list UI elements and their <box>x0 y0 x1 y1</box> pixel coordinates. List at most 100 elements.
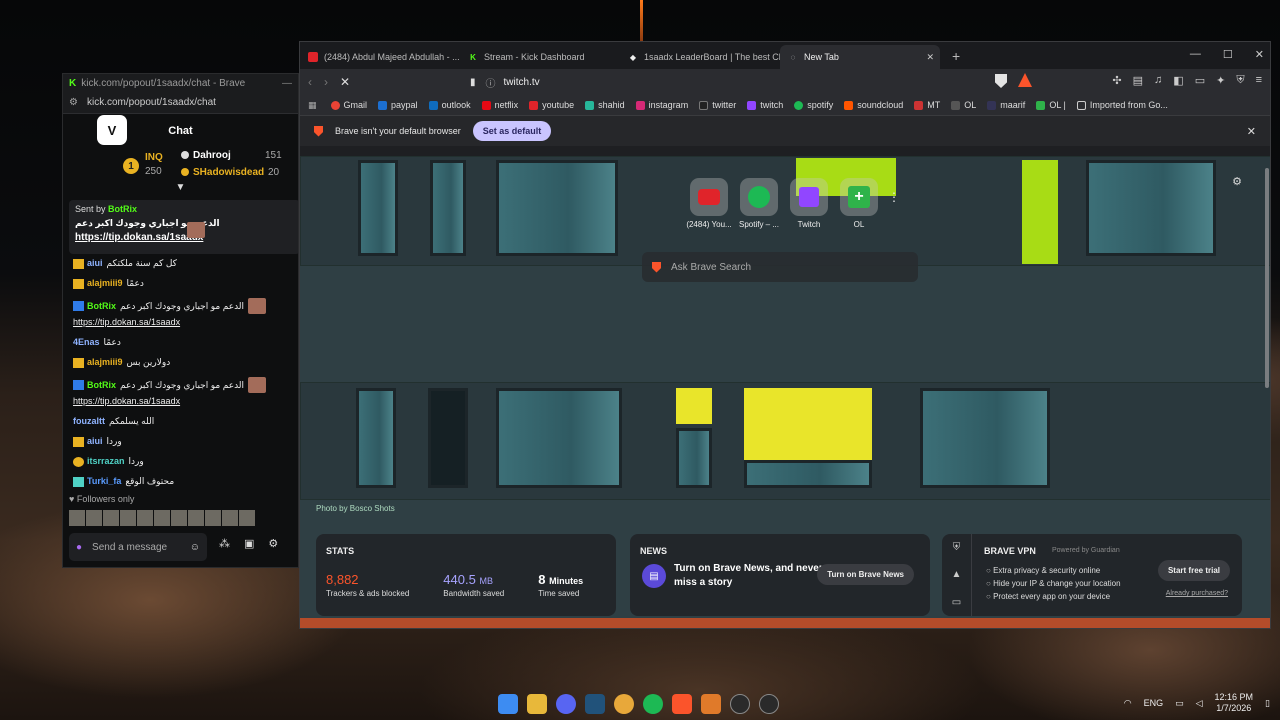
bookmark-spotify[interactable]: spotify <box>794 100 833 110</box>
reading-list-icon[interactable]: ▤ <box>1133 74 1143 87</box>
pinned-link[interactable]: https://tip.dokan.sa/1saadx <box>75 232 294 243</box>
vpn-icon[interactable]: ⛨ <box>1236 74 1244 87</box>
leaderboard-top-user[interactable]: INQ <box>145 152 163 163</box>
set-as-default-button[interactable]: Set as default <box>472 121 552 141</box>
menu-icon[interactable]: ≡ <box>1256 74 1262 87</box>
emote[interactable] <box>120 510 136 526</box>
emote[interactable] <box>86 510 102 526</box>
chat-input[interactable]: ● Send a message ☺ <box>69 533 207 561</box>
bookmark-netflix[interactable]: netflix <box>481 100 518 110</box>
back-icon[interactable]: ‹ <box>308 75 312 89</box>
chat-username[interactable]: BotRix <box>87 380 116 391</box>
file-explorer-icon[interactable] <box>527 694 547 714</box>
emote[interactable] <box>137 510 153 526</box>
notification-icon[interactable]: ▯ <box>1265 698 1270 709</box>
emote[interactable] <box>222 510 238 526</box>
brave-shields-icon[interactable] <box>995 74 1007 88</box>
emote[interactable] <box>171 510 187 526</box>
tab-new-tab[interactable]: ◌ New Tab ✕ <box>780 45 940 69</box>
chat-filter-icon[interactable]: ▼ <box>63 183 298 196</box>
start-icon[interactable] <box>498 694 518 714</box>
top-site-spotify[interactable]: Spotify – ... <box>738 178 780 229</box>
settings-gear-icon[interactable]: ⚙ <box>268 537 278 550</box>
minimize-button[interactable]: — <box>1190 48 1201 61</box>
bookmark-twitter[interactable]: twitter <box>699 100 736 110</box>
record-icon[interactable] <box>759 694 779 714</box>
already-purchased-link[interactable]: Already purchased? <box>1166 590 1228 597</box>
close-tab-icon[interactable]: ✕ <box>926 52 934 63</box>
chat-link[interactable]: https://tip.dokan.sa/1saadx <box>73 317 298 328</box>
emote[interactable] <box>154 510 170 526</box>
mic-icon[interactable]: ● <box>76 542 82 553</box>
site-info-icon[interactable]: ⓘ <box>486 75 496 90</box>
new-tab-button[interactable]: + <box>952 48 960 64</box>
start-free-trial-button[interactable]: Start free trial <box>1157 560 1230 581</box>
chat-link[interactable]: https://tip.dokan.sa/1saadx <box>73 396 298 407</box>
vpn-shield-icon[interactable]: ⛨ <box>953 542 961 553</box>
bookmark-instagram[interactable]: instagram <box>635 100 688 110</box>
scrollbar-thumb[interactable] <box>1265 168 1269 388</box>
wallet-icon[interactable]: ▭ <box>1195 74 1205 87</box>
top-site-ol[interactable]: + OL <box>838 178 880 229</box>
media-icon[interactable]: ♫ <box>1154 74 1162 87</box>
chat-username[interactable]: aiui <box>87 436 103 447</box>
chat-username[interactable]: Turki_fa <box>87 476 121 487</box>
emote[interactable] <box>188 510 204 526</box>
chat-username[interactable]: 4Enas <box>73 337 100 348</box>
bookmark-maarif[interactable]: maarif <box>987 100 1025 110</box>
customize-gear-icon[interactable]: ⚙ <box>1232 175 1242 188</box>
emote[interactable] <box>69 510 85 526</box>
bookmark-folder-imported[interactable]: Imported from Go... <box>1076 100 1168 110</box>
close-window-button[interactable]: ✕ <box>1255 48 1264 61</box>
minimize-button[interactable]: — <box>272 78 292 89</box>
app-icon[interactable] <box>701 694 721 714</box>
page-scrollbar[interactable] <box>1264 156 1270 628</box>
discord-icon[interactable] <box>556 694 576 714</box>
photo-credit[interactable]: Photo by Bosco Shots <box>316 504 395 513</box>
tab-youtube[interactable]: (2484) Abdul Majeed Abdullah - ... <box>300 45 460 69</box>
apps-icon[interactable]: ▦ <box>308 100 317 111</box>
tab-kick[interactable]: K Stream - Kick Dashboard <box>460 45 620 69</box>
maximize-button[interactable]: ☐ <box>1223 48 1233 61</box>
more-options-icon[interactable]: ⋮ <box>888 190 900 204</box>
bookmark-soundcloud[interactable]: soundcloud <box>844 100 903 110</box>
bookmark-icon[interactable]: ▮ <box>470 77 476 88</box>
emote[interactable] <box>103 510 119 526</box>
brave-icon[interactable] <box>672 694 692 714</box>
bookmark-gmail[interactable]: Gmail <box>330 100 367 110</box>
chat-username[interactable]: fouzaltt <box>73 416 105 427</box>
wifi-icon[interactable]: ◠ <box>1124 698 1132 709</box>
leaderboard-user-2[interactable]: Dahrooj <box>181 150 231 161</box>
sidebar-icon[interactable]: ◧ <box>1173 74 1183 87</box>
top-site-twitch[interactable]: Twitch <box>788 178 830 229</box>
bookmark-paypal[interactable]: paypal <box>378 100 418 110</box>
network-icon[interactable]: ▭ <box>1175 698 1184 709</box>
chat-username[interactable]: aiui <box>87 258 103 269</box>
rewards-icon[interactable]: ⁂ <box>219 537 230 550</box>
pinned-bot-name[interactable]: BotRix <box>108 204 137 214</box>
cards-icon[interactable]: ▭ <box>952 597 961 608</box>
bookmark-outlook[interactable]: outlook <box>428 100 471 110</box>
chat-username[interactable]: itsrrazan <box>87 456 125 467</box>
channel-logo-button[interactable]: V <box>97 115 127 145</box>
warning-icon[interactable]: ▲ <box>952 569 962 580</box>
chat-username[interactable]: alajmiii9 <box>87 357 123 368</box>
address-bar[interactable]: ▮ ⓘ twitch.tv <box>470 71 990 93</box>
brave-search-box[interactable]: Ask Brave Search <box>642 252 918 282</box>
leo-icon[interactable]: ✦ <box>1216 74 1225 87</box>
chat-username[interactable]: BotRix <box>87 301 116 312</box>
top-site-youtube[interactable]: (2484) You... <box>686 178 732 229</box>
chat-username[interactable]: alajmiii9 <box>87 278 123 289</box>
emote[interactable] <box>239 510 255 526</box>
close-infobar-icon[interactable]: ✕ <box>1247 125 1256 138</box>
bookmark-ol[interactable]: OL <box>951 100 976 110</box>
tab-leaderboard[interactable]: ◆ 1saadx LeaderBoard | The best Chatt... <box>620 45 780 69</box>
leaderboard-user-3[interactable]: SHadowisdead <box>181 167 264 178</box>
bookmark-twitch[interactable]: twitch <box>747 100 783 110</box>
bookmark-mt[interactable]: MT <box>914 100 940 110</box>
forward-icon[interactable]: › <box>324 75 328 89</box>
terminal-icon[interactable] <box>585 694 605 714</box>
site-settings-icon[interactable]: ⚙ <box>69 97 78 108</box>
turn-on-news-button[interactable]: Turn on Brave News <box>817 564 914 585</box>
store-icon[interactable]: ▣ <box>244 537 254 550</box>
